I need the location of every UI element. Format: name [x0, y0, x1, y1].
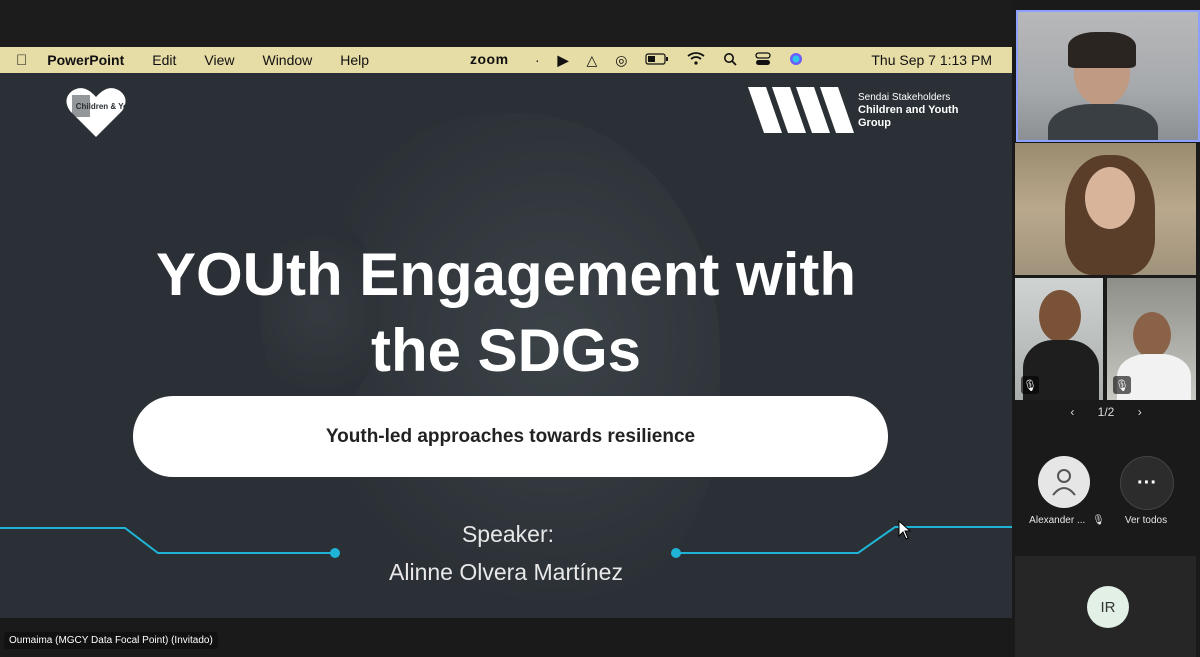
menu-clock: Thu Sep 7 1:13 PM	[871, 52, 992, 68]
slide-title: YOUth Engagement with the SDGs	[0, 237, 1012, 389]
muted-mic-icon: 🎙	[1021, 376, 1039, 394]
menu-app-name[interactable]: PowerPoint	[47, 52, 124, 68]
logo-right-line2: Children and Youth	[858, 104, 959, 116]
presentation-slide: Children & Youth Sendai Stakeholders Chi…	[0, 73, 1012, 618]
logo-right-line3: Group	[858, 117, 891, 129]
video-tile-ir[interactable]: IR	[1015, 556, 1196, 657]
ver-todos-button[interactable]: ···	[1120, 456, 1174, 510]
menu-window[interactable]: Window	[262, 52, 312, 68]
participants-panel: 🎙 🎙 ‹ 1/2 › Alexander ... 🎙 ··· Ver todo…	[1012, 0, 1200, 657]
logo-left-text: Children & Youth	[76, 102, 128, 111]
video-tile-participant-4[interactable]: 🎙	[1107, 278, 1196, 400]
alexander-avatar[interactable]	[1038, 456, 1090, 508]
children-youth-logo: Children & Youth	[66, 88, 128, 137]
battery-icon[interactable]	[645, 52, 669, 68]
more-icon: ···	[1137, 471, 1157, 494]
user-icon	[1052, 469, 1076, 496]
shared-screen:  PowerPoint Edit View Window Help zoom …	[0, 47, 1012, 618]
meeting-top-bar	[0, 0, 1012, 47]
muted-mic-icon: 🎙	[1092, 515, 1105, 526]
slide-subtitle-pill: Youth-led approaches towards resilience	[133, 396, 888, 477]
logo-right-line1: Sendai Stakeholders	[858, 92, 951, 103]
slide-subtitle: Youth-led approaches towards resilience	[325, 425, 696, 447]
wifi-icon[interactable]	[687, 52, 705, 68]
control-center-icon[interactable]	[755, 51, 772, 69]
search-icon[interactable]	[723, 52, 738, 69]
presenter-name-caption: Oumaima (MGCY Data Focal Point) (Invitad…	[4, 632, 218, 649]
participant-face	[1039, 290, 1081, 342]
gallery-pager: ‹ 1/2 ›	[1012, 405, 1200, 419]
participant-face	[1085, 167, 1135, 229]
dot-icon[interactable]: ·	[535, 52, 540, 68]
video-tile-participant-3[interactable]: 🎙	[1015, 278, 1103, 400]
cast-icon[interactable]: △	[586, 52, 597, 69]
mac-menu-bar:  PowerPoint Edit View Window Help zoom …	[0, 47, 1012, 73]
muted-mic-icon: 🎙	[1113, 376, 1131, 394]
chevron-left-icon[interactable]: ‹	[1070, 405, 1074, 419]
alexander-label: Alexander ...	[1029, 515, 1086, 526]
video-tile-participant-2[interactable]	[1015, 143, 1196, 275]
alexander-label-row: Alexander ... 🎙	[1020, 515, 1114, 526]
video-tile-active-speaker[interactable]	[1016, 10, 1200, 142]
speaker-name: Alinne Olvera Martínez	[389, 559, 623, 585]
zoom-status-label[interactable]: zoom	[470, 51, 509, 67]
participant-hair	[1068, 32, 1136, 68]
apple-icon[interactable]: 	[16, 52, 27, 69]
speaker-label: Speaker:	[461, 521, 555, 547]
slide-title-line2: the SDGs	[370, 317, 642, 384]
participant-face	[1133, 312, 1171, 358]
ver-todos-label[interactable]: Ver todos	[1116, 515, 1176, 526]
menu-edit[interactable]: Edit	[152, 52, 176, 68]
participant-body	[1048, 104, 1158, 140]
sendai-logo-text: Sendai Stakeholders Children and Youth G…	[858, 91, 958, 130]
status-tray: · ▶ △ ◎	[535, 47, 821, 73]
menu-help[interactable]: Help	[340, 52, 369, 68]
mouse-cursor-icon	[898, 520, 912, 540]
app-tray-icon[interactable]: ▶	[558, 52, 569, 69]
siri-icon[interactable]	[789, 52, 803, 69]
pager-label: 1/2	[1097, 405, 1115, 419]
chevron-right-icon[interactable]: ›	[1138, 405, 1142, 419]
slide-title-line1: YOUth Engagement with	[155, 241, 857, 308]
menu-view[interactable]: View	[204, 52, 234, 68]
speaker-block: Speaker: Alinne Olvera Martínez	[0, 515, 1012, 591]
ir-avatar: IR	[1087, 586, 1129, 628]
sendai-stripes-logo	[748, 87, 854, 133]
airdrop-icon[interactable]: ◎	[615, 52, 627, 69]
